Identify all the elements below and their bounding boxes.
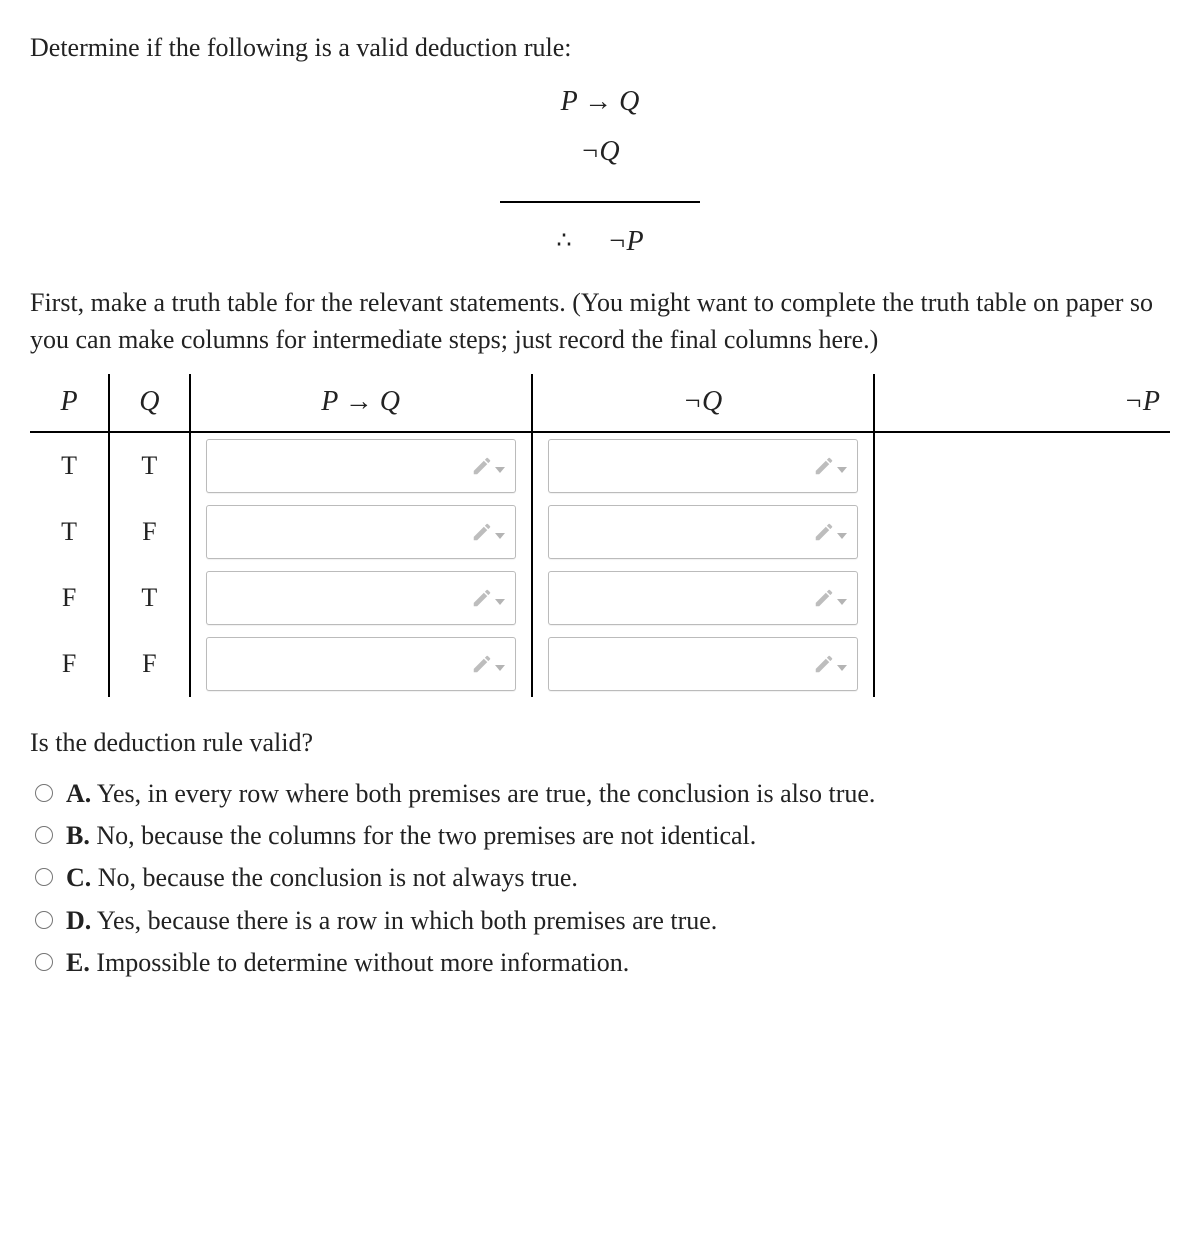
answer-input-r1c3[interactable]	[890, 440, 1155, 492]
choice-D-label: D. Yes, because there is a row in which …	[66, 903, 717, 939]
cell-P: F	[30, 565, 109, 631]
pencil-icon	[813, 455, 847, 477]
answer-input-r2c2[interactable]	[548, 505, 858, 559]
table-row: F F	[30, 631, 1170, 697]
table-row: T T	[30, 432, 1170, 499]
choice-B[interactable]: B. No, because the columns for the two p…	[30, 818, 1170, 854]
answer-input-r3c3[interactable]	[890, 572, 1155, 624]
header-notQ: ¬Q	[532, 374, 874, 432]
pencil-icon	[471, 521, 505, 543]
choice-B-label: B. No, because the columns for the two p…	[66, 818, 756, 854]
answer-input-r1c2[interactable]	[548, 439, 858, 493]
choice-E-label: E. Impossible to determine without more …	[66, 945, 629, 981]
cell-Q: F	[109, 499, 190, 565]
cell-P: F	[30, 631, 109, 697]
premise-1: P → Q	[30, 82, 1170, 121]
choice-C[interactable]: C. No, because the conclusion is not alw…	[30, 860, 1170, 896]
question-valid: Is the deduction rule valid?	[30, 725, 1170, 761]
choice-D[interactable]: D. Yes, because there is a row in which …	[30, 903, 1170, 939]
choice-C-label: C. No, because the conclusion is not alw…	[66, 860, 578, 896]
answer-input-r3c2[interactable]	[548, 571, 858, 625]
header-P: P	[30, 374, 109, 432]
pencil-icon	[471, 455, 505, 477]
radio-B[interactable]	[35, 826, 53, 844]
premise-2: ¬Q	[30, 132, 1170, 171]
intro-text: Determine if the following is a valid de…	[30, 30, 1170, 66]
inference-line	[500, 201, 700, 203]
conclusion-row: ∴ ¬P	[556, 222, 643, 261]
therefore-symbol: ∴	[556, 225, 571, 259]
header-PimpQ: P → Q	[190, 374, 532, 432]
cell-Q: T	[109, 432, 190, 499]
table-row: F T	[30, 565, 1170, 631]
answer-input-r2c3[interactable]	[890, 506, 1155, 558]
radio-C[interactable]	[35, 868, 53, 886]
cell-P: T	[30, 432, 109, 499]
answer-input-r2c1[interactable]	[206, 505, 516, 559]
radio-D[interactable]	[35, 911, 53, 929]
pencil-icon	[471, 653, 505, 675]
table-row: T F	[30, 499, 1170, 565]
header-notP: ¬P	[874, 374, 1170, 432]
answer-input-r4c3[interactable]	[890, 638, 1155, 690]
answer-input-r1c1[interactable]	[206, 439, 516, 493]
conclusion: ¬P	[608, 222, 644, 261]
pencil-icon	[813, 521, 847, 543]
instructions-text: First, make a truth table for the releva…	[30, 285, 1170, 358]
pencil-icon	[813, 653, 847, 675]
header-Q: Q	[109, 374, 190, 432]
cell-P: T	[30, 499, 109, 565]
radio-E[interactable]	[35, 953, 53, 971]
deduction-rule: P → Q ¬Q ∴ ¬P	[30, 82, 1170, 261]
cell-Q: F	[109, 631, 190, 697]
pencil-icon	[471, 587, 505, 609]
choice-A[interactable]: A. Yes, in every row where both premises…	[30, 776, 1170, 812]
choice-A-label: A. Yes, in every row where both premises…	[66, 776, 875, 812]
answer-input-r3c1[interactable]	[206, 571, 516, 625]
pencil-icon	[813, 587, 847, 609]
answer-input-r4c2[interactable]	[548, 637, 858, 691]
radio-A[interactable]	[35, 784, 53, 802]
answer-input-r4c1[interactable]	[206, 637, 516, 691]
cell-Q: T	[109, 565, 190, 631]
truth-table: P Q P → Q ¬Q ¬P T T T F F T	[30, 374, 1170, 697]
choice-E[interactable]: E. Impossible to determine without more …	[30, 945, 1170, 981]
